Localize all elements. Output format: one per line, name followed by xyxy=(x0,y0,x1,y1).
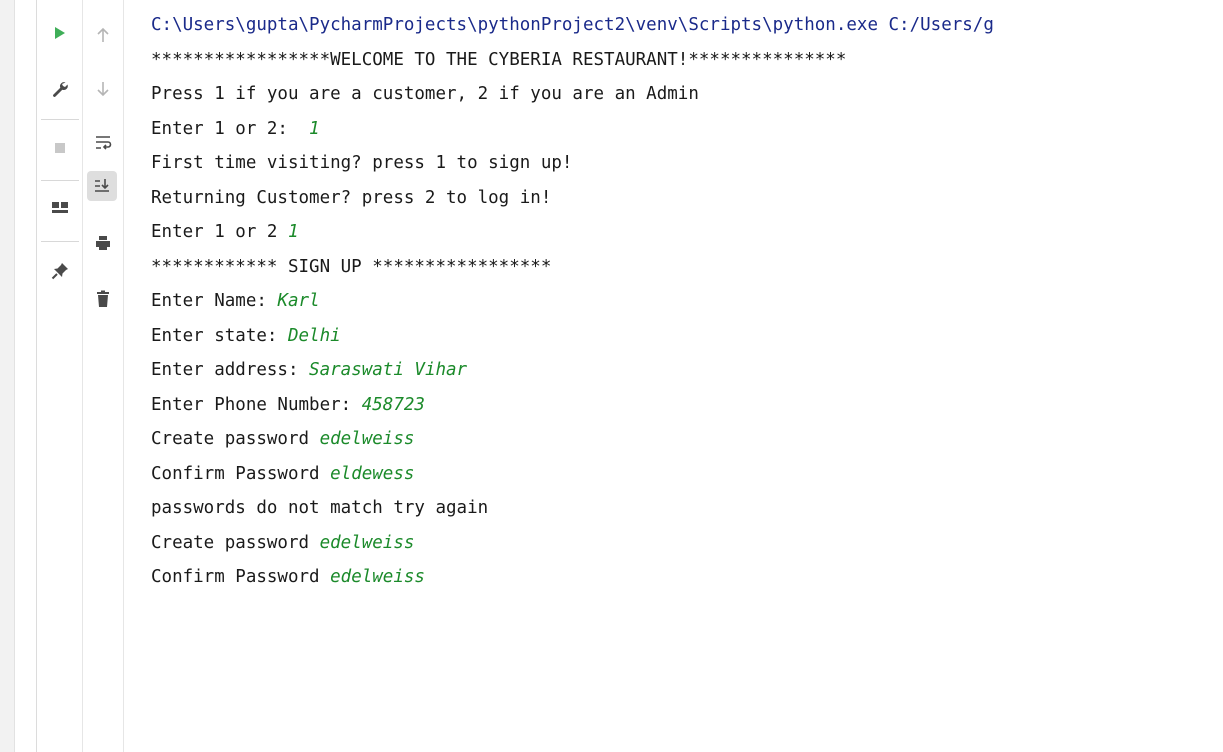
console-user-input: Karl xyxy=(277,291,320,311)
run-command-line: C:\Users\gupta\PycharmProjects\pythonPro… xyxy=(151,15,994,35)
console-toolbar xyxy=(82,0,124,752)
console-line: Enter Phone Number: 458723 xyxy=(151,388,1223,423)
console-prompt-text: passwords do not match try again xyxy=(151,498,489,518)
console-prompt-text: Press 1 if you are a customer, 2 if you … xyxy=(151,84,699,104)
console-prompt-text: Enter address: xyxy=(151,360,310,380)
console-line: Returning Customer? press 2 to log in! xyxy=(151,181,1223,216)
console-prompt-text: Confirm Password xyxy=(151,463,331,484)
console-prompt-text: Enter state: xyxy=(151,325,288,346)
toolbar-separator xyxy=(41,180,79,181)
console-prompt-text: ************ SIGN UP ***************** xyxy=(151,256,552,277)
console-line: passwords do not match try again xyxy=(151,491,1223,526)
toolbar-separator xyxy=(41,119,79,120)
trash-icon[interactable] xyxy=(88,284,118,314)
wrench-icon[interactable] xyxy=(45,74,75,104)
console-output[interactable]: C:\Users\gupta\PycharmProjects\pythonPro… xyxy=(151,8,1223,595)
console-user-input: eldewess xyxy=(330,463,415,484)
console-user-input: Delhi xyxy=(287,325,341,346)
down-arrow-icon[interactable] xyxy=(88,74,118,104)
console-prompt-text: Enter Name: xyxy=(151,291,278,311)
console-prompt-text: Enter 1 or 2: xyxy=(151,118,310,139)
run-toolbar xyxy=(36,0,83,752)
console-prompt-text: Enter Phone Number: xyxy=(151,394,362,415)
layout-icon[interactable] xyxy=(45,193,75,223)
console-user-input: edelweiss xyxy=(330,567,425,587)
up-arrow-icon[interactable] xyxy=(88,20,118,50)
console-line: Enter address: Saraswati Vihar xyxy=(151,353,1223,388)
console-line: Enter Name: Karl xyxy=(151,284,1223,319)
scroll-to-end-icon[interactable] xyxy=(87,171,117,201)
console-prompt-text: First time visiting? press 1 to sign up! xyxy=(151,153,573,173)
console-user-input: edelweiss xyxy=(319,532,415,553)
console-prompt-text: Create password xyxy=(151,429,320,449)
console-prompt-text: *****************WELCOME TO THE CYBERIA … xyxy=(151,49,847,70)
console-user-input: Saraswati Vihar xyxy=(309,360,468,380)
console-prompt-text: Enter 1 or 2 xyxy=(151,222,288,242)
tool-window-gutter xyxy=(0,0,15,752)
console-user-input: 458723 xyxy=(361,394,425,415)
toolbar-separator xyxy=(41,241,79,242)
console-line: Press 1 if you are a customer, 2 if you … xyxy=(151,77,1223,112)
console-line: Enter state: Delhi xyxy=(151,319,1223,354)
console-user-input: 1 xyxy=(287,222,299,242)
console-line: Enter 1 or 2: 1 xyxy=(151,112,1223,147)
pin-icon[interactable] xyxy=(45,256,75,286)
console-line: Create password edelweiss xyxy=(151,526,1223,561)
console-user-input: 1 xyxy=(309,118,320,139)
console-line: Confirm Password eldewess xyxy=(151,457,1223,492)
console-line: Enter 1 or 2 1 xyxy=(151,215,1223,250)
print-icon[interactable] xyxy=(88,228,118,258)
console-user-input: edelweiss xyxy=(319,429,415,449)
console-line: First time visiting? press 1 to sign up! xyxy=(151,146,1223,181)
soft-wrap-icon[interactable] xyxy=(88,128,118,158)
console-line: *****************WELCOME TO THE CYBERIA … xyxy=(151,43,1223,78)
run-console-window: C:\Users\gupta\PycharmProjects\pythonPro… xyxy=(0,0,1223,752)
console-prompt-text: Returning Customer? press 2 to log in! xyxy=(151,187,552,208)
stop-icon[interactable] xyxy=(45,133,75,163)
console-prompt-text: Create password xyxy=(151,532,320,553)
console-line: ************ SIGN UP ***************** xyxy=(151,250,1223,285)
console-lines: *****************WELCOME TO THE CYBERIA … xyxy=(151,43,1223,595)
console-prompt-text: Confirm Password xyxy=(151,567,331,587)
console-line: Confirm Password edelweiss xyxy=(151,560,1223,595)
console-line: Create password edelweiss xyxy=(151,422,1223,457)
run-icon[interactable] xyxy=(45,18,75,48)
